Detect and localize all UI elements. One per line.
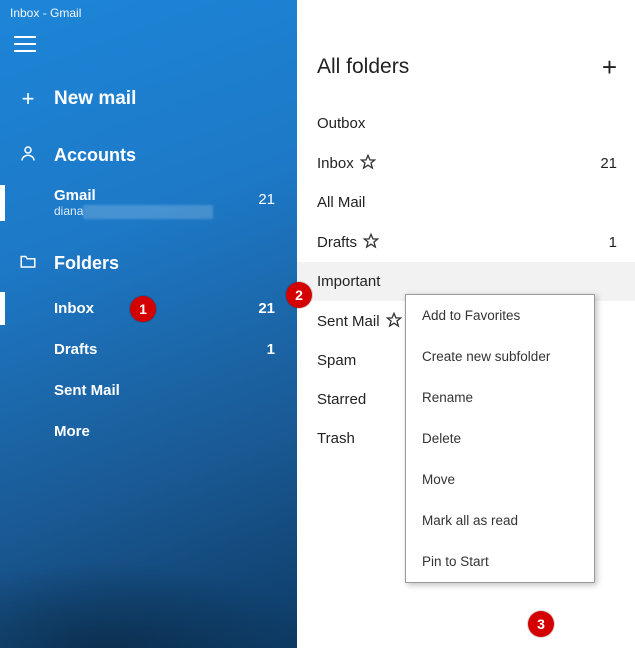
folder-count: 21 (600, 155, 617, 172)
context-menu-rename[interactable]: Rename (406, 377, 594, 418)
folder-label: Important (317, 273, 380, 290)
plus-icon: + (18, 88, 38, 110)
window-title: Inbox - Gmail (0, 0, 297, 30)
folder-item-drafts[interactable]: Drafts 1 (297, 222, 635, 262)
sidebar: Inbox - Gmail + New mail Accounts Gmail … (0, 0, 297, 648)
folder-label: Outbox (317, 115, 365, 132)
folder-label: Drafts (54, 341, 97, 358)
folders-label: Folders (54, 253, 119, 274)
context-menu: Add to FavoritesCreate new subfolderRena… (405, 294, 595, 583)
account-name: Gmail (54, 187, 281, 204)
folder-label: Sent Mail (317, 313, 380, 330)
folder-label: More (54, 423, 90, 440)
folders-header[interactable]: Folders (0, 243, 297, 282)
folder-item-inbox[interactable]: Inbox 21 (297, 143, 635, 183)
context-menu-delete[interactable]: Delete (406, 418, 594, 459)
new-mail-label: New mail (54, 88, 136, 110)
account-unread-count: 21 (258, 191, 275, 208)
context-menu-add-to-favorites[interactable]: Add to Favorites (406, 295, 594, 336)
folder-item-all-mail[interactable]: All Mail (297, 183, 635, 222)
context-menu-move[interactable]: Move (406, 459, 594, 500)
accounts-header[interactable]: Accounts (0, 134, 297, 175)
folder-label: Inbox (317, 155, 354, 172)
folder-label: Starred (317, 391, 366, 408)
sidebar-folder-sent-mail[interactable]: Sent Mail (0, 370, 297, 411)
folder-icon (18, 253, 38, 274)
context-menu-mark-all-as-read[interactable]: Mark all as read (406, 500, 594, 541)
annotation-marker-3: 3 (528, 611, 554, 637)
all-folders-title: All folders (317, 55, 409, 79)
star-icon[interactable] (360, 154, 376, 172)
hamburger-button[interactable] (0, 30, 297, 58)
folder-label: Drafts (317, 234, 357, 251)
folder-label: Sent Mail (54, 382, 120, 399)
folder-count: 21 (258, 300, 275, 317)
star-icon[interactable] (363, 233, 379, 251)
account-item-gmail[interactable]: Gmail diana 21 (0, 181, 297, 225)
annotation-marker-2: 2 (286, 282, 312, 308)
account-email: diana (54, 204, 281, 219)
person-icon (18, 144, 38, 167)
folder-label: All Mail (317, 194, 365, 211)
folder-count: 1 (609, 234, 617, 251)
folder-count: 1 (267, 341, 275, 358)
add-folder-button[interactable]: + (602, 54, 617, 80)
annotation-marker-1: 1 (130, 296, 156, 322)
new-mail-button[interactable]: + New mail (0, 58, 297, 134)
star-icon[interactable] (386, 312, 402, 330)
sidebar-folder-more[interactable]: More (0, 411, 297, 452)
folder-label: Trash (317, 430, 355, 447)
folder-label: Inbox (54, 300, 94, 317)
redacted-text (83, 205, 213, 219)
context-menu-create-new-subfolder[interactable]: Create new subfolder (406, 336, 594, 377)
context-menu-pin-to-start[interactable]: Pin to Start (406, 541, 594, 582)
hamburger-icon (14, 36, 36, 52)
sidebar-folder-drafts[interactable]: Drafts 1 (0, 329, 297, 370)
accounts-label: Accounts (54, 145, 136, 166)
folder-label: Spam (317, 352, 356, 369)
folder-item-outbox[interactable]: Outbox (297, 104, 635, 143)
